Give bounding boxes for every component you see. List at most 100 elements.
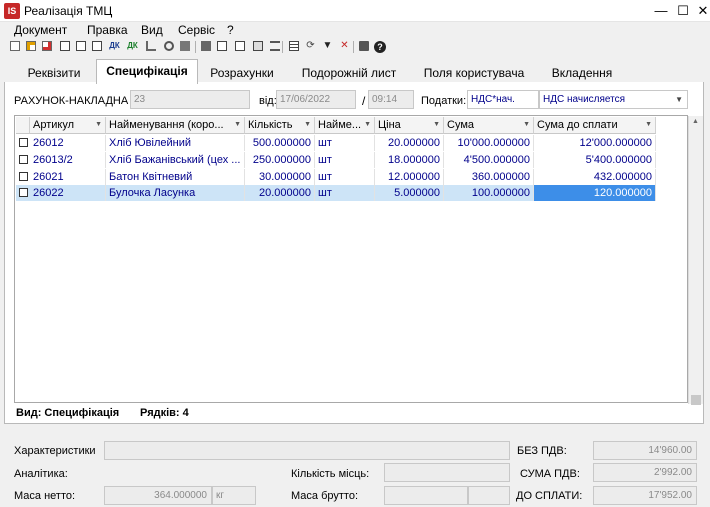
org-icon[interactable]: [268, 39, 281, 53]
help-icon[interactable]: ?: [374, 41, 386, 53]
footer-view: Вид: Специфікація: [16, 407, 120, 419]
copy-icon[interactable]: [58, 39, 71, 53]
cell-name: Батон Квітневий: [106, 169, 245, 185]
cell-total: 5'400.000000: [534, 152, 656, 168]
vertical-scrollbar[interactable]: ▲: [688, 116, 703, 405]
grid-header-name[interactable]: Найменування (коро... ▼: [106, 117, 245, 134]
row-checkbox[interactable]: [19, 188, 28, 197]
cell-sum: 100.000000: [444, 185, 534, 201]
places-field[interactable]: [384, 463, 510, 482]
time-field[interactable]: 09:14: [368, 90, 414, 109]
sort-arrow-icon: ▼: [523, 121, 530, 128]
date-time-separator: /: [362, 94, 366, 108]
analytics-label: Аналітика:: [14, 468, 68, 480]
dk-icon[interactable]: ДК: [108, 39, 121, 53]
cell-total: 432.000000: [534, 169, 656, 185]
date-field[interactable]: 17/06/2022: [276, 90, 356, 109]
cell-qty: 250.000000: [245, 152, 315, 168]
cell-price: 18.000000: [375, 152, 444, 168]
characteristics-field[interactable]: [104, 441, 510, 460]
block-icon[interactable]: [199, 39, 212, 53]
vat-label: СУМА ПДВ:: [520, 468, 580, 480]
tab-user-fields[interactable]: Поля користувача: [412, 63, 536, 83]
no-vat-label: БЕЗ ПДВ:: [517, 445, 567, 457]
net-mass-unit: кг: [212, 486, 256, 505]
tree-icon[interactable]: [144, 39, 157, 53]
menu-edit[interactable]: Правка: [87, 23, 128, 37]
tab-bar: Реквізити Специфікація Розрахунки Подоро…: [0, 59, 710, 84]
card-icon[interactable]: [178, 39, 191, 53]
grid-header-unit[interactable]: Наймe... ▼: [315, 117, 375, 134]
table-row-selected[interactable]: 26022 Булочка Ласунка 20.000000 шт 5.000…: [16, 185, 656, 201]
cell-price: 5.000000: [375, 185, 444, 201]
grid-header-article[interactable]: Артикул ▼: [30, 117, 106, 134]
cell-unit: шт: [315, 152, 375, 168]
sort-arrow-icon: ▼: [364, 121, 371, 128]
scroll-thumb[interactable]: [691, 395, 701, 405]
net-mass-label: Маса нетто:: [14, 490, 76, 502]
menu-bar: Документ Правка Вид Сервіс ?: [0, 22, 710, 38]
row-checkbox[interactable]: [19, 155, 28, 164]
grid-header-sum[interactable]: Сума ▼: [444, 117, 534, 134]
paste-icon[interactable]: [74, 39, 87, 53]
scroll-up-icon[interactable]: ▲: [692, 118, 699, 125]
to-pay-field[interactable]: 17'952.00: [593, 486, 697, 505]
tab-attachments[interactable]: Вкладення: [540, 63, 624, 83]
cell-article: 26012: [30, 135, 106, 151]
spec-grid: Артикул ▼ Найменування (коро... ▼ Кількіст…: [14, 115, 703, 405]
delete-icon[interactable]: [40, 39, 53, 53]
grid-header-check[interactable]: [16, 117, 30, 134]
menu-help[interactable]: ?: [227, 23, 234, 37]
table-row[interactable]: 26012 Хліб Ювілейний 500.000000 шт 20.00…: [16, 135, 656, 151]
filter-icon[interactable]: ▼: [321, 39, 334, 53]
sort-arrow-icon: ▼: [234, 121, 241, 128]
move-icon[interactable]: [251, 39, 264, 53]
sort-arrow-icon: ▼: [433, 121, 440, 128]
tax-name-select[interactable]: НДС начисляется ▼: [539, 90, 688, 109]
cell-total-focused[interactable]: 120.000000: [534, 185, 656, 201]
grid-header-total[interactable]: Сума до сплати ▼: [534, 117, 656, 134]
new-icon[interactable]: [8, 39, 21, 53]
no-vat-field[interactable]: 14'960.00: [593, 441, 697, 460]
cell-name: Хліб Бажанівський (цех ...: [106, 152, 245, 168]
tax-code-field[interactable]: НДС*нач.: [467, 90, 539, 109]
net-mass-field[interactable]: 364.000000: [104, 486, 212, 505]
cell-qty: 30.000000: [245, 169, 315, 185]
cell-price: 12.000000: [375, 169, 444, 185]
tab-calculations[interactable]: Розрахунки: [200, 63, 284, 83]
menu-view[interactable]: Вид: [141, 23, 163, 37]
maximize-button[interactable]: ☐: [672, 0, 694, 22]
cell-total: 12'000.000000: [534, 135, 656, 151]
list-icon[interactable]: [215, 39, 228, 53]
table-icon[interactable]: [287, 39, 300, 53]
row-checkbox[interactable]: [19, 138, 28, 147]
grid-header-qty[interactable]: Кількість ▼: [245, 117, 315, 134]
menu-document[interactable]: Документ: [14, 23, 67, 37]
tab-requisites[interactable]: Реквізити: [14, 63, 94, 83]
row-checkbox[interactable]: [19, 172, 28, 181]
add-icon[interactable]: [24, 39, 37, 53]
edit-icon[interactable]: [90, 39, 103, 53]
link-icon[interactable]: [162, 39, 175, 53]
refresh-icon[interactable]: ⟳: [304, 39, 317, 53]
filter-clear-icon[interactable]: ✕: [338, 39, 351, 53]
doc-number-field[interactable]: 23: [130, 90, 250, 109]
chevron-down-icon[interactable]: ▼: [675, 91, 683, 108]
menu-service[interactable]: Сервіс: [178, 23, 215, 37]
cell-qty: 500.000000: [245, 135, 315, 151]
dk2-icon[interactable]: ДК: [126, 39, 139, 53]
gross-mass-field[interactable]: [384, 486, 468, 505]
table-row[interactable]: 26013/2 Хліб Бажанівський (цех ... 250.0…: [16, 152, 656, 168]
table-row[interactable]: 26021 Батон Квітневий 30.000000 шт 12.00…: [16, 169, 656, 185]
cell-article: 26013/2: [30, 152, 106, 168]
toolbar-separator: [353, 41, 354, 53]
print-icon[interactable]: [357, 39, 370, 53]
grid-header-price[interactable]: Ціна ▼: [375, 117, 444, 134]
tab-specification[interactable]: Специфікація: [96, 59, 198, 84]
list2-icon[interactable]: [233, 39, 246, 53]
tab-waybill[interactable]: Подорожній лист: [290, 63, 408, 83]
close-button[interactable]: ✕: [692, 0, 710, 22]
minimize-button[interactable]: —: [650, 0, 672, 22]
vat-field[interactable]: 2'992.00: [593, 463, 697, 482]
cell-sum: 360.000000: [444, 169, 534, 185]
